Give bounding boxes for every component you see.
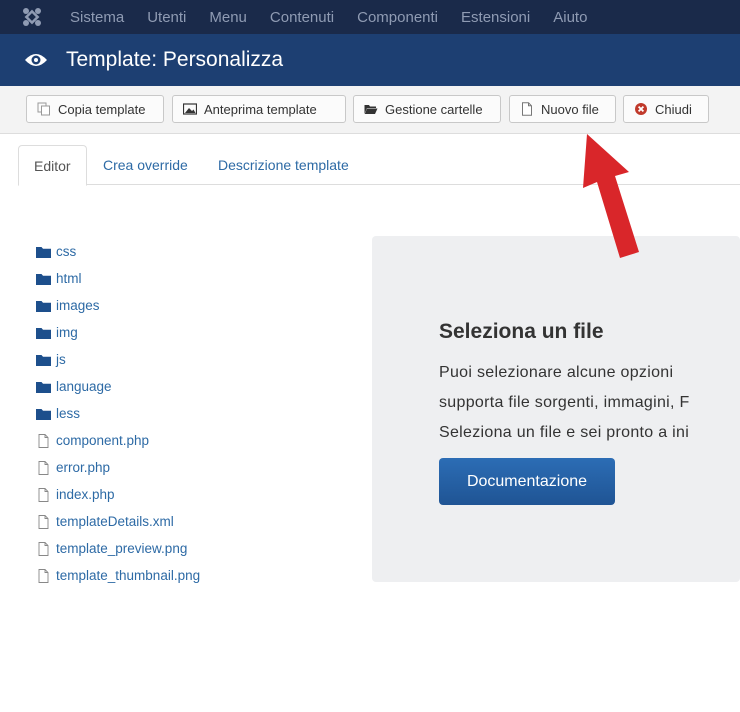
file-icon [38, 541, 49, 556]
manage-folders-button[interactable]: Gestione cartelle [353, 95, 501, 123]
tree-folder-css[interactable]: css [36, 238, 336, 265]
menu-utenti[interactable]: Utenti [147, 9, 186, 26]
tree-file-error-php[interactable]: error.php [36, 454, 336, 481]
close-label: Chiudi [655, 101, 692, 117]
panel-text-line-2: supporta file sorgenti, immagini, F [439, 394, 690, 411]
tree-file-index-php[interactable]: index.php [36, 481, 336, 508]
tree-item-label: images [56, 298, 100, 313]
file-icon [38, 460, 49, 475]
panel-text-line-3: Seleziona un file e sei pronto a ini [439, 424, 690, 441]
tree-folder-js[interactable]: js [36, 346, 336, 373]
tree-item-label: template_preview.png [56, 541, 188, 556]
tree-item-label: js [56, 352, 66, 367]
copy-icon [37, 102, 50, 116]
copy-template-label: Copia template [58, 101, 146, 117]
toolbar: Copia template Anteprima template Gestio… [0, 86, 740, 134]
joomla-logo-icon[interactable] [22, 7, 42, 27]
menu-menu[interactable]: Menu [209, 9, 247, 26]
tree-item-label: css [56, 244, 77, 259]
red-arrow-annotation [583, 134, 639, 258]
tab-editor[interactable]: Editor [18, 145, 87, 186]
file-icon [522, 102, 532, 116]
image-icon [183, 103, 197, 115]
title-bar: Template: Personalizza [0, 34, 740, 86]
folder-icon [36, 273, 51, 285]
folder-icon [36, 327, 51, 339]
preview-template-button[interactable]: Anteprima template [172, 95, 346, 123]
tree-item-label: less [56, 406, 81, 421]
preview-template-label: Anteprima template [204, 101, 317, 117]
tree-item-label: img [56, 325, 78, 340]
tree-item-label: html [56, 271, 82, 286]
menu-sistema[interactable]: Sistema [70, 9, 124, 26]
tree-folder-img[interactable]: img [36, 319, 336, 346]
menu-contenuti[interactable]: Contenuti [270, 9, 334, 26]
folder-icon [36, 300, 51, 312]
panel-heading: Seleziona un file [439, 320, 604, 343]
tree-folder-images[interactable]: images [36, 292, 336, 319]
top-menu-bar: Sistema Utenti Menu Contenuti Componenti… [0, 0, 740, 34]
documentation-button[interactable]: Documentazione [439, 458, 615, 505]
tree-item-label: templateDetails.xml [56, 514, 174, 529]
tree-item-label: index.php [56, 487, 115, 502]
menu-estensioni[interactable]: Estensioni [461, 9, 530, 26]
file-icon [38, 568, 49, 583]
file-icon [38, 433, 49, 448]
folder-icon [36, 246, 51, 258]
tree-file-template-preview-png[interactable]: template_preview.png [36, 535, 336, 562]
new-file-button[interactable]: Nuovo file [509, 95, 616, 123]
panel-text-line-1: Puoi selezionare alcune opzioni [439, 364, 674, 381]
file-icon [38, 487, 49, 502]
tree-file-templatedetails-xml[interactable]: templateDetails.xml [36, 508, 336, 535]
folder-icon [36, 381, 51, 393]
file-tree: css html images img js language less com… [36, 238, 336, 589]
folder-icon [36, 408, 51, 420]
tree-file-template-thumbnail-png[interactable]: template_thumbnail.png [36, 562, 336, 589]
copy-template-button[interactable]: Copia template [26, 95, 164, 123]
select-file-panel: Seleziona un file Puoi selezionare alcun… [372, 236, 740, 582]
folder-open-icon [364, 105, 378, 114]
tree-folder-language[interactable]: language [36, 373, 336, 400]
tree-folder-less[interactable]: less [36, 400, 336, 427]
close-circle-icon [635, 103, 647, 115]
menu-componenti[interactable]: Componenti [357, 9, 438, 26]
tree-file-component-php[interactable]: component.php [36, 427, 336, 454]
tree-item-label: template_thumbnail.png [56, 568, 201, 583]
menu-aiuto[interactable]: Aiuto [553, 9, 587, 26]
tree-folder-html[interactable]: html [36, 265, 336, 292]
close-button[interactable]: Chiudi [623, 95, 709, 123]
tree-item-label: error.php [56, 460, 111, 475]
file-icon [38, 514, 49, 529]
page-title: Template: Personalizza [66, 48, 284, 71]
tree-item-label: language [56, 379, 112, 394]
eye-icon [25, 54, 47, 66]
manage-folders-label: Gestione cartelle [385, 101, 483, 117]
tab-create-override[interactable]: Crea override [103, 145, 188, 185]
tab-template-description[interactable]: Descrizione template [218, 145, 349, 185]
folder-icon [36, 354, 51, 366]
new-file-label: Nuovo file [541, 101, 599, 117]
tree-item-label: component.php [56, 433, 150, 448]
top-menu: Sistema Utenti Menu Contenuti Componenti… [70, 0, 610, 34]
